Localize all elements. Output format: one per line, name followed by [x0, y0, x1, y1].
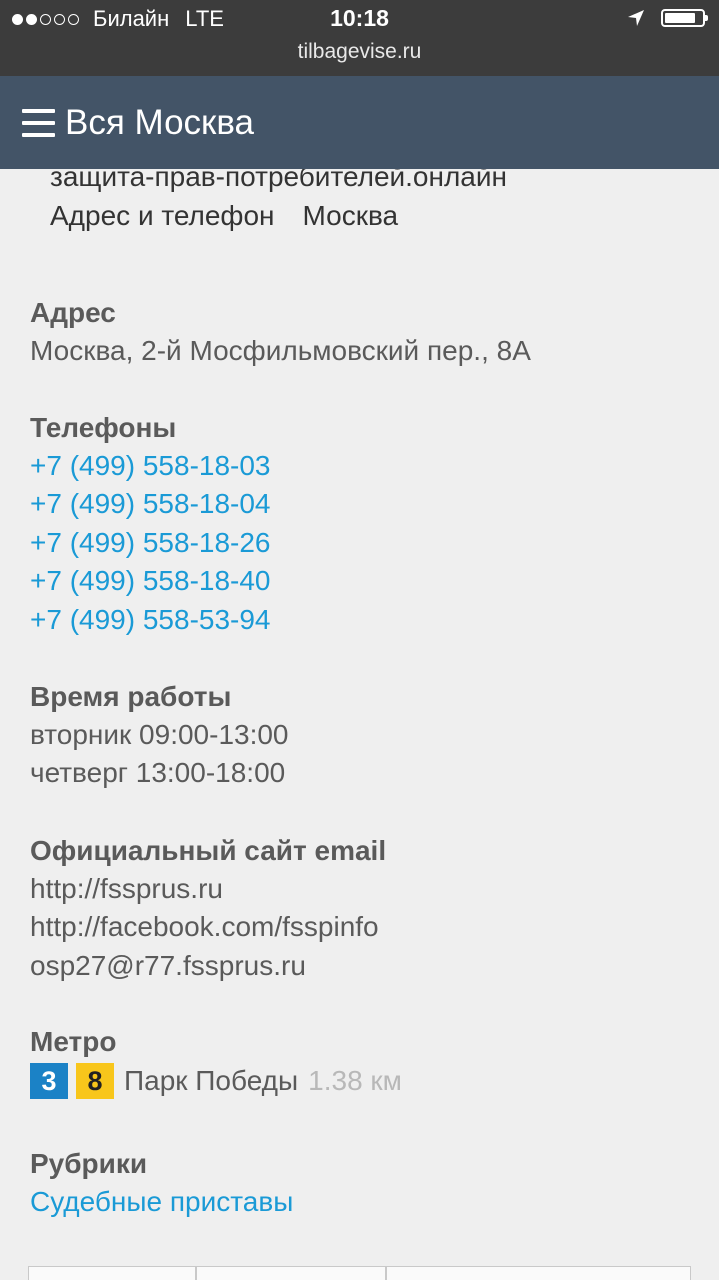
- tab-cell[interactable]: [196, 1266, 386, 1280]
- status-right: [627, 9, 708, 27]
- app-header: Вся Москва: [0, 76, 719, 169]
- site-section: Официальный сайт email http://fssprus.ru…: [30, 832, 690, 985]
- site-heading: Официальный сайт email: [30, 835, 387, 866]
- address-section: Адрес Москва, 2-й Мосфильмовский пер., 8…: [30, 294, 690, 370]
- facebook-url: http://facebook.com/fsspinfo: [30, 911, 379, 943]
- breadcrumb: Адрес и телефон Москва: [50, 200, 398, 232]
- phone-link[interactable]: +7 (499) 558-18-04: [30, 485, 690, 523]
- rubrics-section: Рубрики Судебные приставы: [30, 1145, 690, 1221]
- address-bar-url[interactable]: tilbagevise.ru: [0, 40, 719, 64]
- breadcrumb-city[interactable]: Москва: [303, 200, 399, 231]
- battery-icon: [661, 9, 708, 27]
- rubrics-heading: Рубрики: [30, 1148, 148, 1179]
- status-bar: Билайн LTE 10:18 tilbagevise.ru: [0, 0, 719, 76]
- metro-station-name: Парк Победы: [124, 1065, 299, 1096]
- hours-section: Время работы вторник 09:00-13:00 четверг…: [30, 678, 690, 793]
- email-address: osp27@r77.fssprus.ru: [30, 949, 306, 981]
- phone-link[interactable]: +7 (499) 558-18-26: [30, 524, 690, 562]
- phones-heading: Телефоны: [30, 412, 177, 443]
- status-time: 10:18: [330, 5, 389, 31]
- location-arrow-icon: [628, 10, 644, 26]
- hours-item: вторник 09:00-13:00: [30, 719, 289, 750]
- phone-link[interactable]: +7 (499) 558-18-03: [30, 447, 690, 485]
- hours-item: четверг 13:00-18:00: [30, 757, 286, 789]
- breadcrumb-address-phone[interactable]: Адрес и телефон: [50, 200, 275, 231]
- address-heading: Адрес: [30, 297, 116, 328]
- metro-heading: Метро: [30, 1026, 117, 1057]
- phone-link[interactable]: +7 (499) 558-18-40: [30, 562, 690, 600]
- map-tab[interactable]: [28, 1266, 196, 1280]
- metro-section: Метро 3 8 Парк Победы 1.38 км: [30, 1023, 690, 1099]
- header-title[interactable]: Вся Москва: [65, 103, 254, 143]
- metro-line-badge: 3: [30, 1063, 68, 1099]
- phones-section: Телефоны +7 (499) 558-18-03 +7 (499) 558…: [30, 409, 690, 639]
- site-url: http://fssprus.ru: [30, 873, 223, 904]
- hours-heading: Время работы: [30, 681, 232, 712]
- hamburger-menu-icon[interactable]: [22, 108, 55, 137]
- metro-line-badge: 8: [76, 1063, 114, 1099]
- address-value: Москва, 2-й Мосфильмовский пер., 8А: [30, 335, 531, 366]
- bottom-tabs-partial: [28, 1266, 691, 1280]
- rubric-link[interactable]: Судебные приставы: [30, 1183, 690, 1221]
- tab-cell[interactable]: [386, 1266, 691, 1280]
- metro-station: 3 8 Парк Победы 1.38 км: [30, 1063, 690, 1099]
- metro-distance: 1.38 км: [308, 1065, 402, 1096]
- phone-link[interactable]: +7 (499) 558-53-94: [30, 601, 690, 639]
